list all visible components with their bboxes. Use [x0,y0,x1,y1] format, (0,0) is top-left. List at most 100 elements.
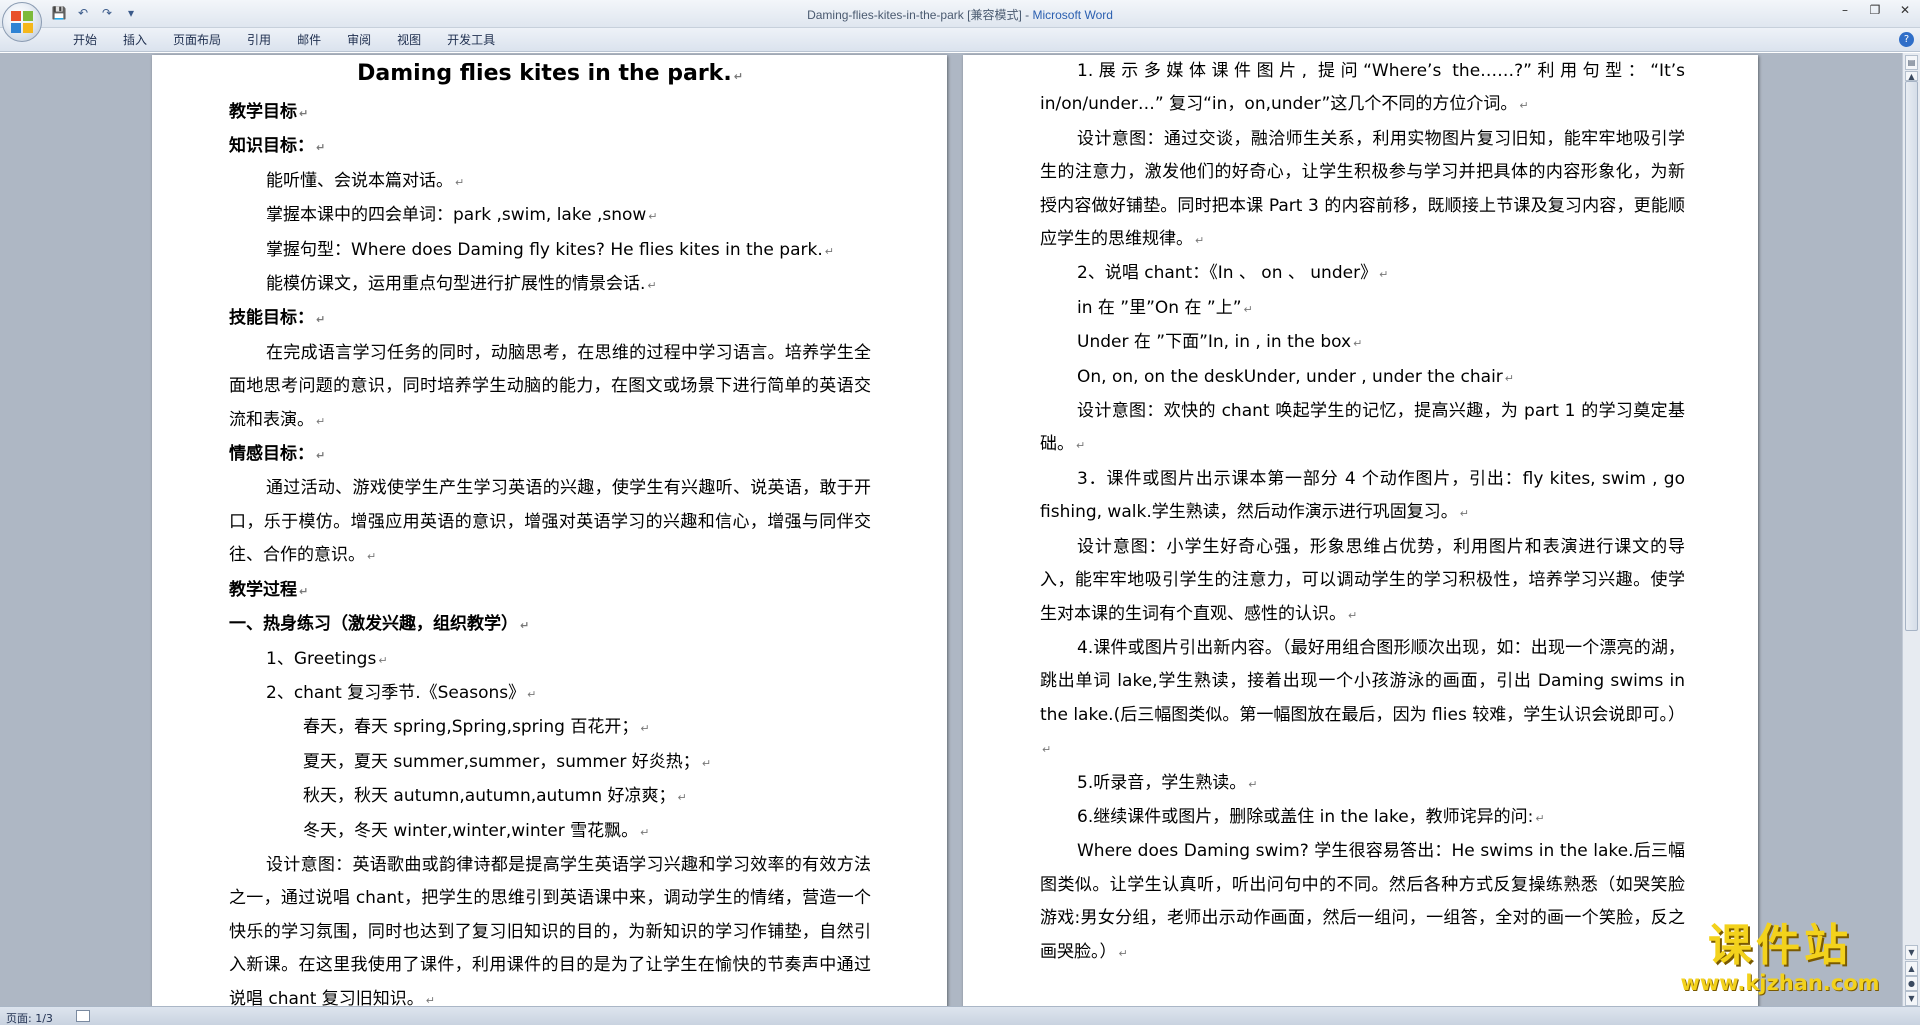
document-paragraph[interactable]: 能模仿课文，运用重点句型进行扩展性的情景会话. ↵ [229,268,871,302]
tab-review[interactable]: 审阅 [334,32,384,48]
paragraph-text: 设计意图：小学生好奇心强，形象思维占优势，利用图片和表演进行课文的导入，能牢牢地… [1040,536,1685,624]
document-title: Daming-flies-kites-in-the-park [兼容模式] - [807,8,1033,22]
paragraph-text: 技能目标： [229,308,314,329]
paragraph-mark-icon: ↵ [1504,371,1515,385]
paragraph-text: 设计意图：英语歌曲或韵律诗都是提高学生英语学习兴趣和学习效率的有效方法之一，通过… [229,854,871,1006]
paragraph-mark-icon: ↵ [1519,99,1529,113]
paragraph-text: 能听懂、会说本篇对话。 [266,170,453,191]
paragraph-mark-icon: ↵ [1348,608,1358,622]
scroll-down-icon[interactable]: ▼ [1905,945,1918,960]
paragraph-text: 通过活动、游戏使学生产生学习英语的兴趣，使学生有兴趣听、说英语，敢于开口，乐于模… [229,478,871,566]
vertical-scrollbar[interactable]: ▤ ▲ ▼ ▲ ● ▼ [1902,53,1920,1006]
paragraph-text: 设计意图：欢快的 chant 唤起学生的记忆，提高兴趣，为 part 1 的学习… [1040,401,1685,455]
app-name: Microsoft Word [1032,8,1113,22]
minimize-icon[interactable]: – [1830,0,1860,20]
office-logo-icon [11,11,33,33]
paragraph-text: 3．课件或图片出示课本第一部分 4 个动作图片，引出：fly kites, sw… [1040,468,1685,523]
restore-icon[interactable]: ❐ [1860,0,1890,20]
page-2-text[interactable]: 1.展示多媒体课件图片, 提问“Where’s the……?”利用句型：“It’… [1040,55,1685,970]
document-paragraph[interactable]: 2、chant 复习季节.《Seasons》 ↵ [229,677,871,711]
document-paragraph[interactable]: 掌握本课中的四会单词：park ,swim, lake ,snow ↵ [229,199,871,233]
tab-insert[interactable]: 插入 [110,32,160,48]
document-paragraph[interactable]: 冬天，冬天 winter,winter,winter 雪花飘。 ↵ [229,815,871,849]
paragraph-text: 1、Greetings [266,648,377,669]
paragraph-mark-icon: ↵ [640,722,650,736]
paragraph-text: 夏天，夏天 summer,summer，summer 好炎热； [303,751,700,772]
tab-page-layout[interactable]: 页面布局 [160,32,234,48]
paragraph-text: 5.听录音，学生熟读。 [1077,772,1247,793]
document-paragraph[interactable]: 教学过程 ↵ [229,574,871,608]
document-paragraph[interactable]: 掌握句型：Where does Daming fly kites? He fli… [229,234,871,268]
document-paragraph[interactable]: 春天，春天 spring,Spring,spring 百花开； ↵ [229,711,871,745]
document-paragraph[interactable]: On, on, on the deskUnder, under , under … [1040,361,1685,395]
document-paragraph[interactable]: 知识目标： ↵ [229,130,871,164]
document-paragraph[interactable]: 4.课件或图片引出新内容。（最好用组合图形顺次出现，如：出现一个漂亮的湖，跳出单… [1040,632,1685,767]
paragraph-mark-icon: ↵ [1459,507,1469,521]
paragraph-mark-icon: ↵ [733,70,743,83]
document-paragraph[interactable]: 在完成语言学习任务的同时，动脑思考，在思维的过程中学习语言。培养学生全面地思考问… [229,337,871,438]
help-icon[interactable]: ? [1899,32,1914,47]
paragraph-text: 知识目标： [229,136,314,157]
paragraph-text: 情感目标： [229,444,314,465]
paragraph-text: Daming flies kites in the park. [357,61,732,86]
paragraph-text: 春天，春天 spring,Spring,spring 百花开； [303,717,639,738]
scrollbar-thumb[interactable] [1905,81,1918,631]
browse-object-icon[interactable]: ● [1905,976,1918,991]
ruler-toggle-icon[interactable]: ▤ [1905,55,1918,70]
paragraph-text: 掌握句型：Where does Daming fly kites? He fli… [266,239,823,260]
close-icon[interactable]: ✕ [1890,0,1920,20]
paragraph-mark-icon: ↵ [1195,234,1205,248]
paragraph-mark-icon: ↵ [455,175,465,189]
office-button[interactable] [2,2,42,42]
paragraph-mark-icon: ↵ [316,141,326,155]
document-title-heading[interactable]: Daming flies kites in the park. ↵ [229,55,871,96]
document-paragraph[interactable]: in 在 ”里”On 在 ”上” ↵ [1040,292,1685,326]
document-paragraph[interactable]: 夏天，夏天 summer,summer，summer 好炎热； ↵ [229,746,871,780]
document-paragraph[interactable]: 1、Greetings ↵ [229,643,871,677]
document-paragraph[interactable]: Under 在 ”下面”In, in , in the box ↵ [1040,326,1685,360]
paragraph-mark-icon: ↵ [316,449,326,463]
paragraph-mark-icon: ↵ [677,791,687,805]
paragraph-text: 4.课件或图片引出新内容。（最好用组合图形顺次出现，如：出现一个漂亮的湖，跳出单… [1040,637,1685,725]
paragraph-mark-icon: ↵ [425,993,436,1006]
tab-references[interactable]: 引用 [234,32,284,48]
paragraph-text: in 在 ”里”On 在 ”上” [1077,297,1242,318]
previous-page-icon[interactable]: ▲ [1905,961,1918,976]
document-paragraph[interactable]: 情感目标： ↵ [229,438,871,472]
document-paragraph[interactable]: 能听懂、会说本篇对话。 ↵ [229,165,871,199]
paragraph-mark-icon: ↵ [1243,302,1253,316]
document-paragraph[interactable]: 一、热身练习（激发兴趣，组织教学） ↵ [229,608,871,642]
document-paragraph[interactable]: Where does Daming swim? 学生很容易答出：He swims… [1040,835,1685,970]
document-paragraph[interactable]: 设计意图：欢快的 chant 唤起学生的记忆，提高兴趣，为 part 1 的学习… [1040,395,1685,463]
document-paragraph[interactable]: 3．课件或图片出示课本第一部分 4 个动作图片，引出：fly kites, sw… [1040,463,1685,531]
document-paragraph[interactable]: 技能目标： ↵ [229,302,871,336]
paragraph-text: 一、热身练习（激发兴趣，组织教学） [229,614,518,635]
tab-home[interactable]: 开始 [60,32,110,48]
document-paragraph[interactable]: 2、说唱 chant：《In 、 on 、 under》 ↵ [1040,257,1685,291]
page-1-text[interactable]: Daming flies kites in the park. ↵ 教学目标 ↵ 知识目… [229,55,871,1006]
document-paragraph[interactable]: 通过活动、游戏使学生产生学习英语的兴趣，使学生有兴趣听、说英语，敢于开口，乐于模… [229,472,871,573]
next-page-icon[interactable]: ▼ [1905,991,1918,1006]
paragraph-text: 2、chant 复习季节.《Seasons》 [266,682,526,703]
document-paragraph[interactable]: 1.展示多媒体课件图片, 提问“Where’s the……?”利用句型：“It’… [1040,55,1685,123]
window-controls: – ❐ ✕ [1830,0,1920,20]
document-paragraph[interactable]: 设计意图：小学生好奇心强，形象思维占优势，利用图片和表演进行课文的导入，能牢牢地… [1040,531,1685,632]
paragraph-mark-icon: ↵ [824,244,834,258]
scroll-up-icon[interactable]: ▲ [1905,71,1918,81]
paragraph-mark-icon: ↵ [1248,777,1258,791]
document-page-2[interactable]: 1.展示多媒体课件图片, 提问“Where’s the……?”利用句型：“It’… [963,55,1758,1006]
paragraph-mark-icon: ↵ [648,210,658,224]
paragraph-text: 教学过程 [229,579,297,600]
page-count[interactable]: 页面: 1/3 [6,1010,53,1025]
document-paragraph[interactable]: 设计意图：通过交谈，融洽师生关系，利用实物图片复习旧知，能牢牢地吸引学生的注意力… [1040,123,1685,258]
proofing-icon[interactable] [76,1010,90,1022]
document-paragraph[interactable]: 教学目标 ↵ [229,96,871,130]
document-paragraph[interactable]: 秋天，秋天 autumn,autumn,autumn 好凉爽； ↵ [229,780,871,814]
tab-mailings[interactable]: 邮件 [284,32,334,48]
document-paragraph[interactable]: 5.听录音，学生熟读。 ↵ [1040,767,1685,801]
tab-developer[interactable]: 开发工具 [434,32,508,48]
document-page-1[interactable]: Daming flies kites in the park. ↵ 教学目标 ↵ 知识目… [152,55,947,1006]
tab-view[interactable]: 视图 [384,32,434,48]
document-paragraph[interactable]: 设计意图：英语歌曲或韵律诗都是提高学生英语学习兴趣和学习效率的有效方法之一，通过… [229,849,871,1006]
document-paragraph[interactable]: 6.继续课件或图片，删除或盖住 in the lake，教师诧异的问: ↵ [1040,801,1685,835]
